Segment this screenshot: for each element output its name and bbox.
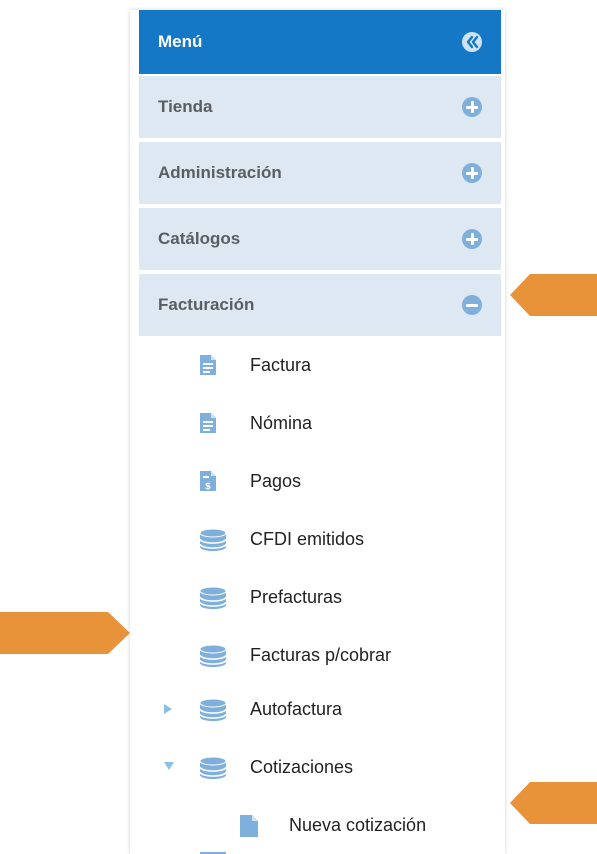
collapse-minus-icon[interactable] xyxy=(462,295,482,315)
menu-item-label: Nueva cotización xyxy=(289,814,427,835)
svg-text:$: $ xyxy=(205,482,211,492)
section-catalogos[interactable]: Catálogos xyxy=(139,206,501,270)
database-icon xyxy=(199,644,227,667)
document-icon xyxy=(200,355,216,375)
database-icon xyxy=(199,586,227,609)
menu-item-nueva-cotizacion[interactable]: Nueva cotización xyxy=(139,796,501,854)
menu-item-factura[interactable]: Factura xyxy=(139,336,501,394)
database-icon xyxy=(199,528,227,551)
menu-item-cotizaciones[interactable]: Cotizaciones xyxy=(139,738,501,796)
menu-item-label: CFDI emitidos xyxy=(250,528,365,549)
menu-item-prefacturas[interactable]: Prefacturas xyxy=(139,568,501,626)
menu-item-autofactura[interactable]: Autofactura xyxy=(139,680,501,738)
payment-document-icon: $ xyxy=(200,471,216,492)
menu-header[interactable]: Menú xyxy=(139,10,501,74)
menu-item-label: Nómina xyxy=(250,412,313,433)
menu-item-cfdi-emitidos[interactable]: CFDI emitidos xyxy=(139,510,501,568)
menu-title: Menú xyxy=(158,32,203,51)
pointer-arrow-nueva-cotizacion xyxy=(510,782,597,824)
collapse-arrow-icon[interactable] xyxy=(163,761,175,771)
expand-plus-icon[interactable] xyxy=(462,229,482,249)
menu-item-label: Cotizaciones xyxy=(250,756,354,777)
menu-item-facturas-por-cobrar[interactable]: Facturas p/cobrar xyxy=(139,626,501,684)
expand-plus-icon[interactable] xyxy=(462,163,482,183)
section-label: Catálogos xyxy=(158,229,241,248)
section-label: Administración xyxy=(158,163,282,182)
menu-item-label: Prefacturas xyxy=(250,586,343,607)
section-label: Facturación xyxy=(158,295,255,314)
document-icon xyxy=(200,413,216,433)
sidebar-menu: Menú Tienda Administración Catálogos Fac… xyxy=(130,10,505,854)
menu-item-pagos[interactable]: $ Pagos xyxy=(139,452,501,510)
menu-item-label: Pagos xyxy=(250,470,302,491)
collapse-menu-icon[interactable] xyxy=(462,32,482,52)
file-icon xyxy=(240,815,258,837)
menu-item-label: Autofactura xyxy=(250,698,343,719)
database-icon xyxy=(199,756,227,779)
menu-item-label: Factura xyxy=(250,354,312,375)
section-facturacion[interactable]: Facturación xyxy=(139,272,501,336)
menu-item-label: Facturas p/cobrar xyxy=(250,644,392,665)
database-icon xyxy=(199,698,227,721)
pointer-arrow-facturas-por-cobrar xyxy=(0,612,130,654)
pointer-arrow-facturacion xyxy=(510,274,597,316)
expand-plus-icon[interactable] xyxy=(462,97,482,117)
expand-arrow-icon[interactable] xyxy=(163,703,173,715)
section-tienda[interactable]: Tienda xyxy=(139,74,501,138)
menu-item-nomina[interactable]: Nómina xyxy=(139,394,501,452)
section-label: Tienda xyxy=(158,97,213,116)
section-administracion[interactable]: Administración xyxy=(139,140,501,204)
